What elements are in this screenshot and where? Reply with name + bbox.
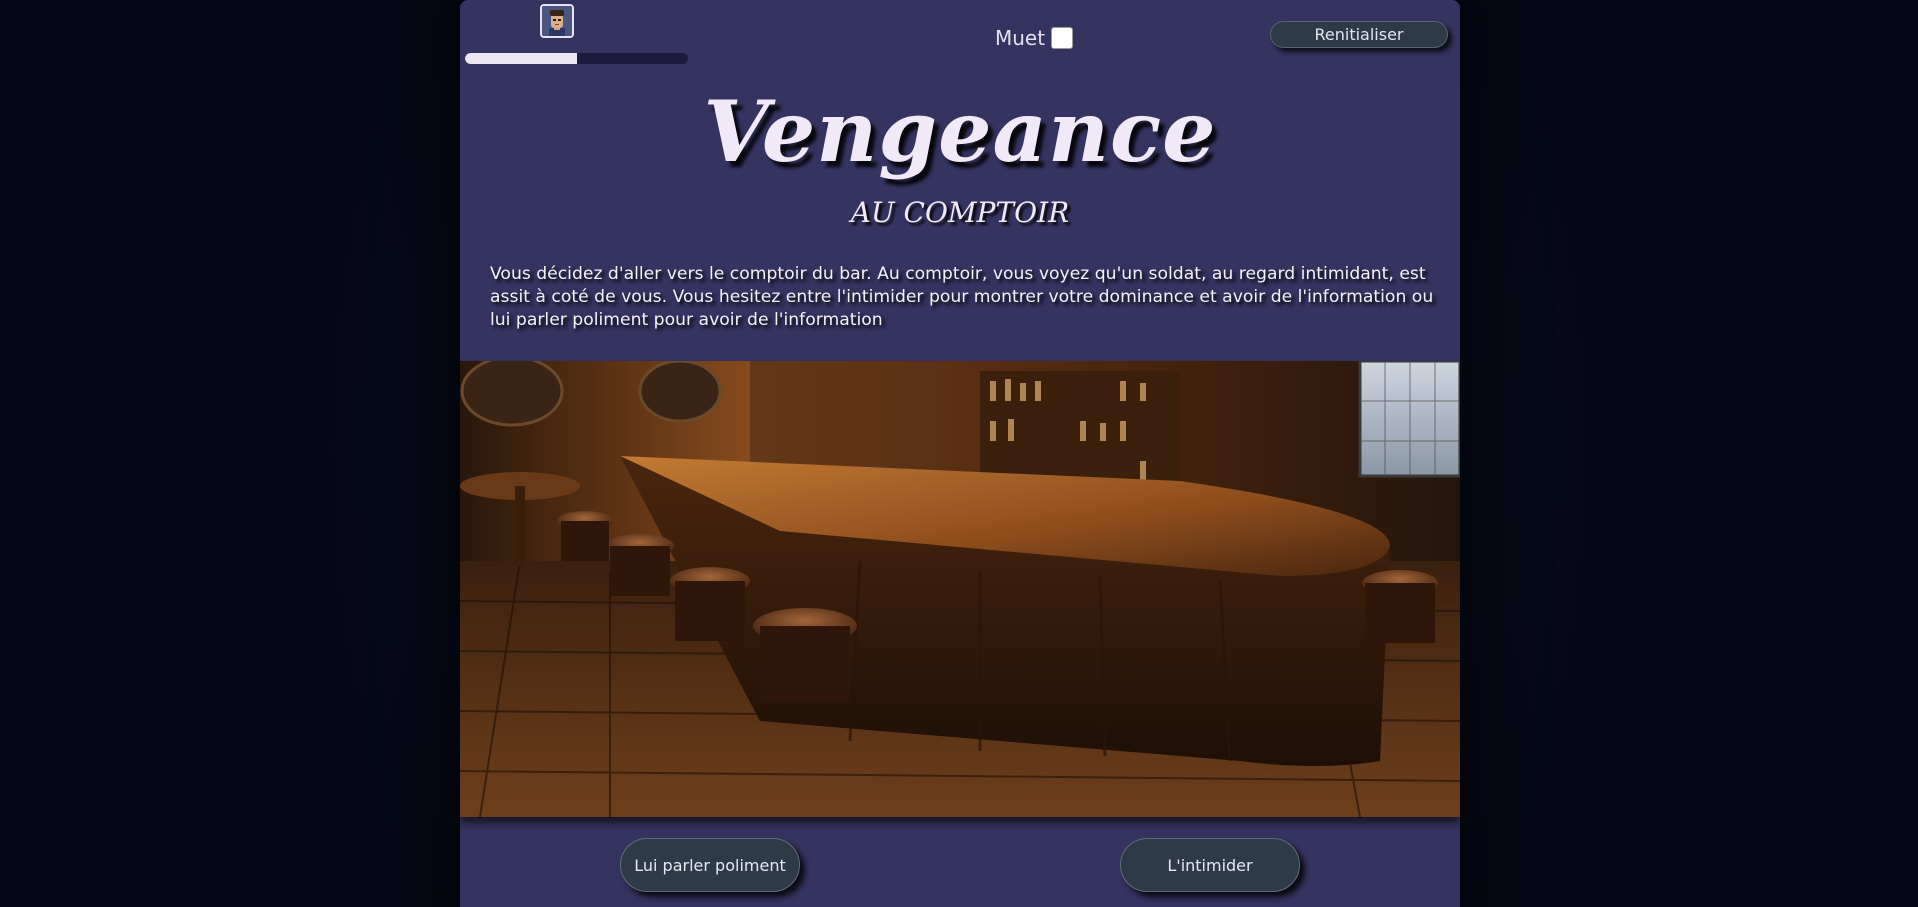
mute-toggle[interactable]: Muet (995, 25, 1074, 51)
choice-button-polite[interactable]: Lui parler poliment (620, 838, 800, 892)
choice-button-intimidate[interactable]: L'intimider (1120, 838, 1300, 892)
progress-bar-fill (465, 53, 577, 64)
story-text: Vous décidez d'aller vers le comptoir du… (490, 264, 1434, 330)
player-avatar-icon (540, 4, 574, 38)
progress-bar (465, 53, 688, 64)
mute-checkbox[interactable] (1051, 27, 1074, 49)
game-title: Vengeance (703, 82, 1217, 181)
game-panel: Muet Renitialiser Vengeance AU COMPTOIR … (460, 0, 1460, 907)
mute-label: Muet (995, 26, 1046, 50)
reset-button[interactable]: Renitialiser (1270, 21, 1448, 48)
tavern-scene-image (460, 361, 1460, 817)
scene-title: AU COMPTOIR (850, 196, 1070, 229)
